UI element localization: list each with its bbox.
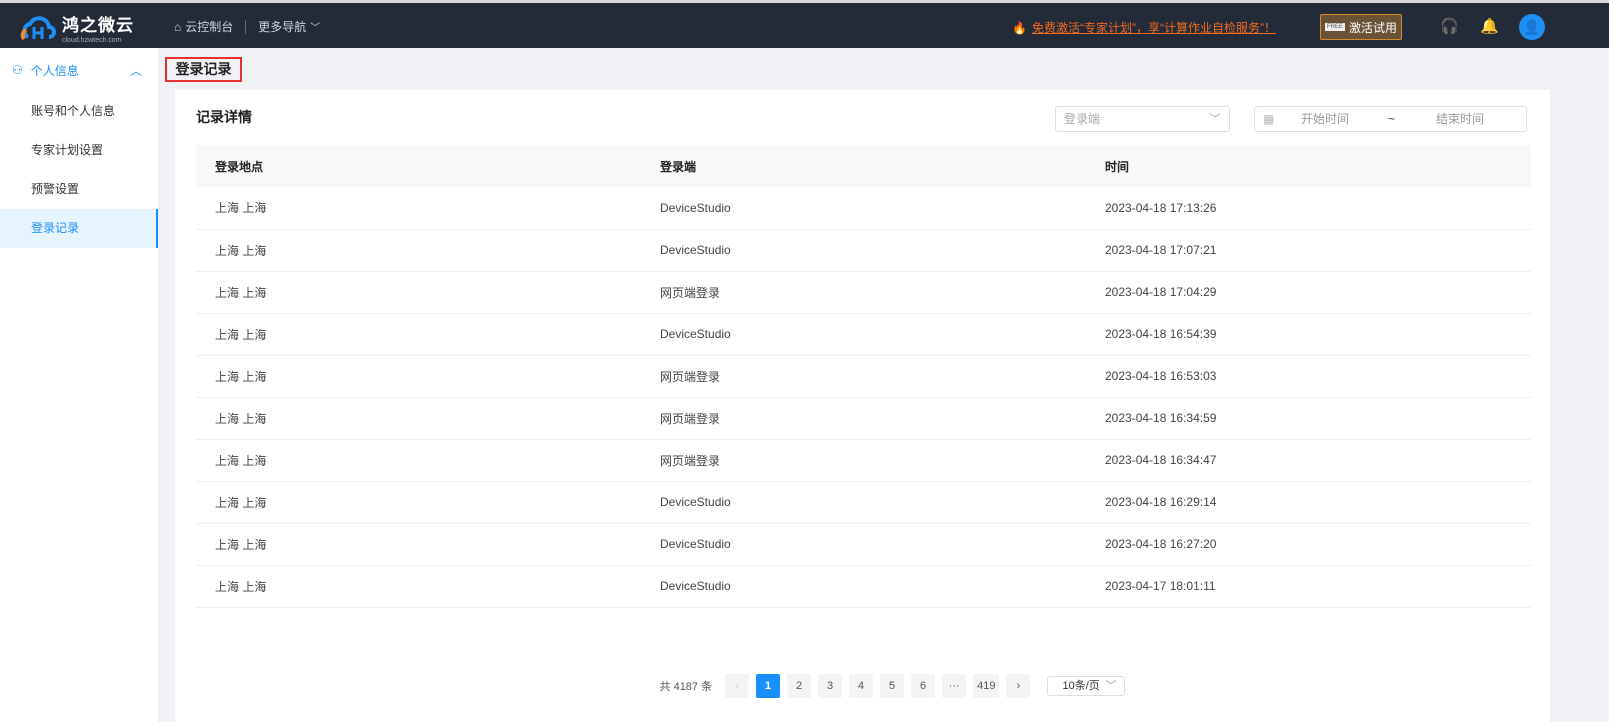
cell-location: 上海 上海: [196, 565, 641, 608]
cell-terminal: 网页端登录: [641, 397, 1086, 440]
promo-text: 免费激活“专家计划”，享“计算作业自检服务”！: [1031, 21, 1276, 35]
divider: [245, 19, 247, 34]
cloud-logo-icon: [20, 15, 56, 40]
cell-time: 2023-04-18 16:34:47: [1086, 439, 1531, 482]
sidebar: ⚇ 个人信息 ︿ 账号和个人信息 专家计划设置 预警设置 登录记录: [0, 48, 158, 722]
cell-location: 上海 上海: [196, 187, 641, 230]
cell-terminal: DeviceStudio: [641, 481, 1086, 524]
cell-time: 2023-04-17 18:01:11: [1086, 565, 1531, 608]
next-page-button[interactable]: ›: [1006, 674, 1031, 698]
sidebar-item-login-records[interactable]: 登录记录: [0, 209, 158, 248]
terminal-select[interactable]: 登录端 ﹀: [1055, 106, 1230, 132]
logo-name: 鸿之微云: [62, 16, 134, 35]
page-1[interactable]: 1: [756, 674, 781, 698]
table-row: 上海 上海 DeviceStudio 2023-04-18 16:54:39: [196, 313, 1531, 356]
start-date-input[interactable]: 开始时间: [1301, 107, 1349, 131]
card-title: 记录详情: [196, 109, 252, 125]
cell-terminal: 网页端登录: [641, 439, 1086, 482]
date-range-picker[interactable]: ▦ 开始时间 ~ 结束时间: [1254, 106, 1527, 132]
page-6[interactable]: 6: [911, 674, 936, 698]
top-bar: 鸿之微云 cloud.hzwtech.com ⌂ 云控制台 更多导航 ﹀ 🔥 免费激…: [0, 0, 1609, 48]
cell-terminal: DeviceStudio: [641, 523, 1086, 566]
records-card: 记录详情 登录端 ﹀ ▦ 开始时间 ~ 结束时间 登录地点 登录端 时间 上海 上…: [175, 90, 1550, 722]
login-records-table: 登录地点 登录端 时间 上海 上海 DeviceStudio 2023-04-18 …: [196, 145, 1531, 608]
table-row: 上海 上海 DeviceStudio 2023-04-17 18:01:11: [196, 565, 1531, 608]
calendar-icon: ▦: [1263, 112, 1275, 126]
group-label: 个人信息: [30, 63, 79, 78]
bell-icon[interactable]: 🔔: [1480, 17, 1499, 35]
table-row: 上海 上海 网页端登录 2023-04-18 16:34:47: [196, 439, 1531, 482]
logo[interactable]: 鸿之微云 cloud.hzwtech.com: [20, 11, 134, 44]
pagination: 共 4187 条 ‹ 1 2 3 4 5 6 ··· 419 › 10条/页 ﹀: [175, 674, 1550, 698]
trial-label: 激活试用: [1349, 20, 1398, 35]
cell-terminal: DeviceStudio: [641, 187, 1086, 230]
cell-location: 上海 上海: [196, 313, 641, 356]
customer-service-icon[interactable]: 🎧: [1440, 17, 1459, 35]
sidebar-item-expert-plan[interactable]: 专家计划设置: [0, 131, 158, 170]
sidebar-group-personal-info[interactable]: ⚇ 个人信息 ︿: [0, 48, 158, 92]
table-row: 上海 上海 网页端登录 2023-04-18 16:53:03: [196, 355, 1531, 398]
table-row: 上海 上海 DeviceStudio 2023-04-18 17:07:21: [196, 229, 1531, 272]
page-size-select[interactable]: 10条/页 ﹀: [1047, 676, 1126, 696]
cell-terminal: DeviceStudio: [641, 229, 1086, 272]
logo-domain: cloud.hzwtech.com: [62, 37, 122, 44]
more-nav-dropdown[interactable]: 更多导航: [258, 18, 306, 35]
console-link[interactable]: 云控制台: [185, 18, 233, 35]
cell-location: 上海 上海: [196, 355, 641, 398]
page-2[interactable]: 2: [787, 674, 812, 698]
cell-terminal: 网页端登录: [641, 355, 1086, 398]
page-size-label: 10条/页: [1062, 680, 1100, 692]
sidebar-item-account[interactable]: 账号和个人信息: [0, 92, 158, 131]
free-badge-icon: FREE: [1324, 23, 1345, 31]
user-avatar[interactable]: 👤: [1519, 14, 1545, 40]
cell-time: 2023-04-18 17:04:29: [1086, 271, 1531, 314]
activate-trial-button[interactable]: FREE 激活试用: [1320, 14, 1402, 40]
page-last[interactable]: 419: [973, 674, 1000, 698]
cell-time: 2023-04-18 16:27:20: [1086, 523, 1531, 566]
range-separator: ~: [1388, 112, 1396, 126]
table-row: 上海 上海 DeviceStudio 2023-04-18 17:13:26: [196, 187, 1531, 230]
page-4[interactable]: 4: [849, 674, 874, 698]
chevron-down-icon: ﹀: [1208, 112, 1221, 126]
fire-icon: 🔥: [1012, 21, 1027, 35]
cell-location: 上海 上海: [196, 271, 641, 314]
cell-location: 上海 上海: [196, 439, 641, 482]
column-header-location: 登录地点: [196, 145, 641, 187]
cell-time: 2023-04-18 17:07:21: [1086, 229, 1531, 272]
page-title: 登录记录: [165, 57, 242, 82]
end-date-input[interactable]: 结束时间: [1436, 107, 1484, 131]
sidebar-item-alert-settings[interactable]: 预警设置: [0, 170, 158, 209]
promo-link[interactable]: 🔥 免费激活“专家计划”，享“计算作业自检服务”！: [1012, 19, 1276, 36]
chevron-down-icon: ﹀: [310, 23, 321, 34]
column-header-terminal: 登录端: [641, 145, 1086, 187]
table-row: 上海 上海 网页端登录 2023-04-18 17:04:29: [196, 271, 1531, 314]
cell-location: 上海 上海: [196, 481, 641, 524]
cell-terminal: DeviceStudio: [641, 565, 1086, 608]
page-3[interactable]: 3: [818, 674, 843, 698]
chevron-up-icon: ︿: [129, 63, 142, 78]
cell-time: 2023-04-18 16:53:03: [1086, 355, 1531, 398]
prev-page-button[interactable]: ‹: [725, 674, 750, 698]
cell-location: 上海 上海: [196, 229, 641, 272]
cell-time: 2023-04-18 16:34:59: [1086, 397, 1531, 440]
more-pages-button[interactable]: ···: [942, 674, 967, 698]
cell-time: 2023-04-18 17:13:26: [1086, 187, 1531, 230]
user-icon: ⚇: [12, 63, 23, 77]
cell-time: 2023-04-18 16:54:39: [1086, 313, 1531, 356]
cell-location: 上海 上海: [196, 523, 641, 566]
table-row: 上海 上海 DeviceStudio 2023-04-18 16:29:14: [196, 481, 1531, 524]
column-header-time: 时间: [1086, 145, 1531, 187]
cell-terminal: 网页端登录: [641, 271, 1086, 314]
cell-time: 2023-04-18 16:29:14: [1086, 481, 1531, 524]
terminal-placeholder: 登录端: [1064, 112, 1101, 126]
cell-location: 上海 上海: [196, 397, 641, 440]
home-icon: ⌂: [174, 19, 182, 34]
table-row: 上海 上海 DeviceStudio 2023-04-18 16:27:20: [196, 523, 1531, 566]
cell-terminal: DeviceStudio: [641, 313, 1086, 356]
total-count: 共 4187 条: [659, 681, 713, 693]
page-5[interactable]: 5: [880, 674, 905, 698]
table-row: 上海 上海 网页端登录 2023-04-18 16:34:59: [196, 397, 1531, 440]
chevron-down-icon: ﹀: [1105, 680, 1117, 692]
